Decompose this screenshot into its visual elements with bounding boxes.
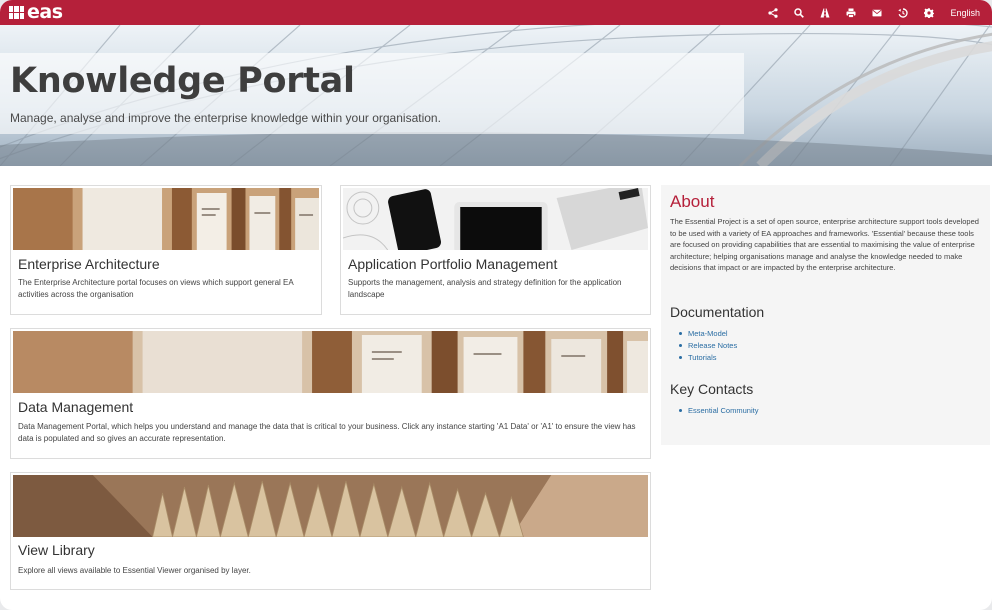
card-image-devices xyxy=(343,188,648,250)
page-subtitle: Manage, analyse and improve the enterpri… xyxy=(10,111,441,125)
link-release-notes[interactable]: Release Notes xyxy=(678,340,737,352)
card-description: Data Management Portal, which helps you … xyxy=(18,422,636,443)
history-icon[interactable] xyxy=(890,0,916,25)
language-selector[interactable]: English xyxy=(950,8,980,18)
card-description: Supports the management, analysis and st… xyxy=(348,278,622,299)
about-text: The Essential Project is a set of open s… xyxy=(670,217,979,272)
key-contacts-heading: Key Contacts xyxy=(670,381,754,397)
documentation-links: Meta-Model Release Notes Tutorials xyxy=(678,328,737,364)
card-description: Explore all views available to Essential… xyxy=(18,566,251,575)
logo-text: eas xyxy=(27,1,63,23)
eas-logo[interactable]: eas xyxy=(9,3,63,22)
card-title: Enterprise Architecture xyxy=(18,256,160,272)
card-image-folders xyxy=(13,475,648,537)
card-enterprise-architecture[interactable]: Enterprise Architecture The Enterprise A… xyxy=(10,185,322,315)
card-description: The Enterprise Architecture portal focus… xyxy=(18,278,294,299)
hero-banner: Knowledge Portal Manage, analyse and imp… xyxy=(0,25,992,166)
page-title: Knowledge Portal xyxy=(10,61,355,101)
card-title: Application Portfolio Management xyxy=(348,256,558,272)
top-nav-bar: eas English xyxy=(0,0,992,25)
gear-icon[interactable] xyxy=(916,0,942,25)
card-image-archive xyxy=(13,331,648,393)
card-view-library[interactable]: View Library Explore all views available… xyxy=(10,472,651,590)
contact-links: Essential Community xyxy=(678,405,758,417)
card-image-files xyxy=(13,188,319,250)
search-icon[interactable] xyxy=(786,0,812,25)
about-heading: About xyxy=(670,192,715,211)
sidebar-panel: About The Essential Project is a set of … xyxy=(661,185,990,445)
print-icon[interactable] xyxy=(838,0,864,25)
link-meta-model[interactable]: Meta-Model xyxy=(678,328,737,340)
toolbar: English xyxy=(760,0,980,25)
share-icon[interactable] xyxy=(760,0,786,25)
link-essential-community[interactable]: Essential Community xyxy=(678,405,758,417)
card-application-portfolio-management[interactable]: Application Portfolio Management Support… xyxy=(340,185,651,315)
link-tutorials[interactable]: Tutorials xyxy=(678,352,737,364)
documentation-heading: Documentation xyxy=(670,304,765,320)
logo-grid-icon xyxy=(9,6,24,19)
app-frame: eas English Knowledge Portal Manage, ana… xyxy=(0,0,992,610)
road-icon[interactable] xyxy=(812,0,838,25)
envelope-icon[interactable] xyxy=(864,0,890,25)
card-data-management[interactable]: Data Management Data Management Portal, … xyxy=(10,328,651,459)
card-title: Data Management xyxy=(18,399,134,415)
card-title: View Library xyxy=(18,542,95,558)
